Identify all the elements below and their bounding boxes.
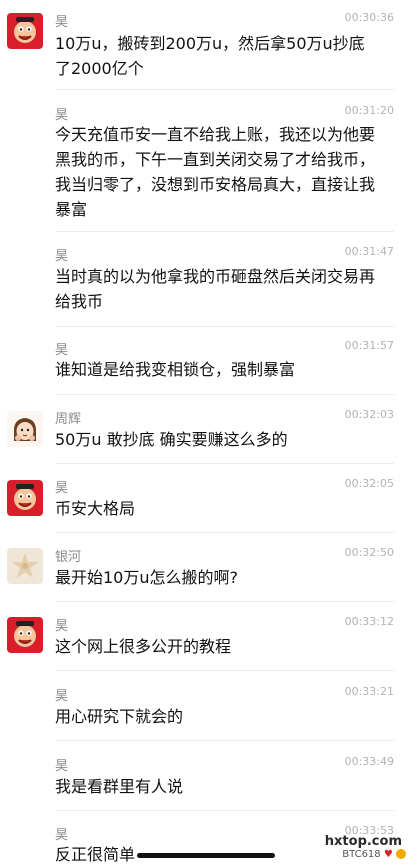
message-text[interactable]: 我是看群里有人说: [55, 774, 395, 799]
message-text[interactable]: 10万u，搬砖到200万u，然后拿50万u抄底 了2000亿个: [55, 31, 395, 81]
watermark-sub: BTC618: [342, 849, 381, 860]
sender-name: 昊: [55, 689, 69, 704]
divider: [55, 670, 394, 671]
message-time: 00:33:49: [344, 755, 394, 768]
avatar[interactable]: [7, 548, 43, 584]
chat-history[interactable]: 昊 00:30:36 10万u，搬砖到200万u，然后拿50万u抄底 了2000…: [0, 0, 412, 864]
red-face-avatar-icon: [7, 617, 43, 653]
divider: [55, 740, 394, 741]
message-time: 00:33:21: [344, 685, 394, 698]
red-face-avatar-icon: [7, 13, 43, 49]
message-text[interactable]: 50万u 敢抄底 确实要赚这么多的: [55, 427, 395, 452]
divider: [55, 532, 394, 533]
message-text[interactable]: 最开始10万u怎么搬的啊?: [55, 565, 395, 590]
starfish-avatar-icon: [7, 548, 43, 584]
sender-name: 昊: [55, 481, 69, 496]
avatar[interactable]: [7, 617, 43, 653]
message-time: 00:31:20: [344, 104, 394, 117]
message-time: 00:31:57: [344, 339, 394, 352]
avatar[interactable]: [7, 13, 43, 49]
sender-name: 昊: [55, 619, 69, 634]
sender-name: 昊: [55, 108, 69, 123]
message-time: 00:32:05: [344, 477, 394, 490]
message-time: 00:33:12: [344, 615, 394, 628]
sender-name: 昊: [55, 343, 69, 358]
divider: [55, 231, 394, 232]
message-text[interactable]: 币安大格局: [55, 496, 395, 521]
sender-name: 周辉: [55, 412, 82, 427]
avatar[interactable]: [7, 480, 43, 516]
divider: [55, 89, 394, 90]
girl-cartoon-avatar-icon: [7, 411, 43, 447]
divider: [55, 810, 394, 811]
red-face-avatar-icon: [7, 480, 43, 516]
message-text[interactable]: 当时真的以为他拿我的币砸盘然后关闭交易再 给我币: [55, 264, 395, 314]
message-text[interactable]: 这个网上很多公开的教程: [55, 634, 395, 659]
divider: [55, 601, 394, 602]
message-time: 00:31:47: [344, 245, 394, 258]
message-text[interactable]: 用心研究下就会的: [55, 704, 395, 729]
bitcoin-icon: [396, 849, 406, 859]
sender-name: 昊: [55, 828, 69, 843]
divider: [55, 326, 394, 327]
message-text[interactable]: 谁知道是给我变相锁仓，强制暴富: [55, 357, 395, 382]
watermark-sub-row: BTC618 ♥: [342, 849, 406, 860]
avatar[interactable]: [7, 411, 43, 447]
message-time: 00:32:50: [344, 546, 394, 559]
message-time: 00:30:36: [344, 11, 394, 24]
message-time: 00:32:03: [344, 408, 394, 421]
home-indicator[interactable]: [137, 853, 275, 858]
heart-icon: ♥: [383, 849, 393, 860]
divider: [55, 394, 394, 395]
sender-name: 昊: [55, 759, 69, 774]
watermark: hxtop.com BTC618 ♥: [322, 834, 406, 862]
sender-name: 昊: [55, 249, 69, 264]
divider: [55, 463, 394, 464]
sender-name: 昊: [55, 15, 69, 30]
watermark-site: hxtop.com: [324, 834, 402, 849]
sender-name: 银河: [55, 550, 82, 565]
message-text[interactable]: 今天充值币安一直不给我上账，我还以为他要 黑我的币，下午一直到关闭交易了才给我币…: [55, 122, 395, 222]
